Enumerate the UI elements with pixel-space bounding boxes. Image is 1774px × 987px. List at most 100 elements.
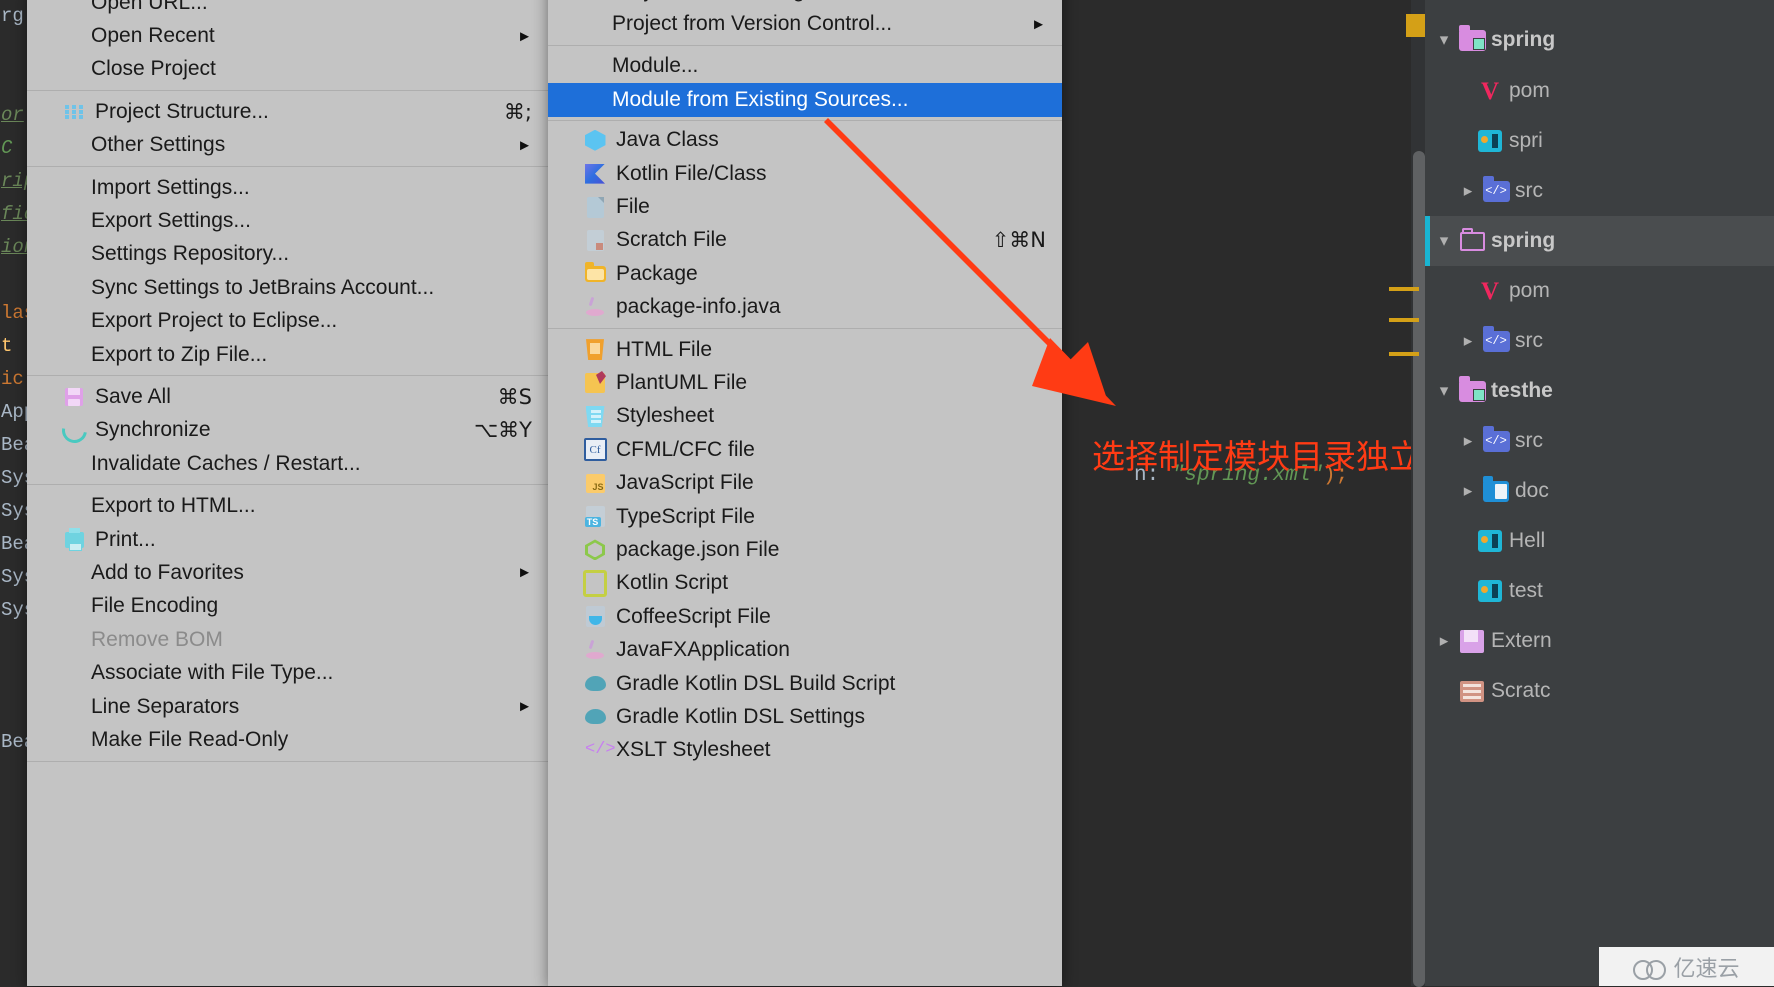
menu-item-stylesheet[interactable]: Stylesheet: [548, 400, 1062, 433]
menu-item-label: Java Class: [616, 128, 719, 152]
menu-item-java-class[interactable]: Java Class: [548, 124, 1062, 157]
menu-item-line-separators[interactable]: Line Separators ►: [27, 690, 548, 723]
tree-node-label: src: [1515, 329, 1543, 352]
menu-item-plantuml-file[interactable]: PlantUML File: [548, 366, 1062, 399]
tree-node-label: testhe: [1491, 379, 1553, 402]
menu-item-shortcut: ⇧⌘N: [991, 228, 1046, 253]
chevron-right-icon[interactable]: ▸: [1455, 481, 1481, 501]
menu-item-coffeescript-file[interactable]: CoffeeScript File: [548, 600, 1062, 633]
file-menu[interactable]: Open URL... Open Recent ► Close Project …: [27, 0, 548, 986]
menu-item-label: Open URL...: [91, 0, 208, 14]
project-tool-window[interactable]: ▾ spring V pom spri ▸ </> src ▾ spring V…: [1425, 0, 1774, 986]
menu-item-module[interactable]: Module...: [548, 50, 1062, 83]
menu-item-export-zip[interactable]: Export to Zip File...: [27, 338, 548, 371]
tree-node-label: spri: [1509, 129, 1543, 152]
menu-item-invalidate-caches[interactable]: Invalidate Caches / Restart...: [27, 447, 548, 480]
menu-item-settings-repository[interactable]: Settings Repository...: [27, 238, 548, 271]
maven-icon: V: [1480, 77, 1500, 105]
typescript-icon: [582, 506, 608, 528]
chevron-right-icon[interactable]: ▸: [1455, 431, 1481, 451]
menu-item-sync-settings-jetbrains[interactable]: Sync Settings to JetBrains Account...: [27, 271, 548, 304]
menu-item-label: Export Project to Eclipse...: [91, 309, 338, 333]
menu-item-open-url[interactable]: Open URL...: [27, 0, 548, 19]
menu-item-package[interactable]: Package: [548, 257, 1062, 290]
menu-item-scratch-file[interactable]: Scratch File ⇧⌘N: [548, 224, 1062, 257]
menu-item-project-structure[interactable]: Project Structure... ⌘;: [27, 95, 548, 128]
menu-item-gradle-kotlin-dsl-build-script[interactable]: Gradle Kotlin DSL Build Script: [548, 667, 1062, 700]
menu-item-associate-file-type[interactable]: Associate with File Type...: [27, 656, 548, 689]
menu-item-close-project[interactable]: Close Project: [27, 53, 548, 86]
menu-item-typescript-file[interactable]: TypeScript File: [548, 500, 1062, 533]
menu-item-gradle-kotlin-dsl-settings[interactable]: Gradle Kotlin DSL Settings: [548, 700, 1062, 733]
menu-item-package-info-java[interactable]: package-info.java: [548, 291, 1062, 324]
menu-item-label: Stylesheet: [616, 404, 715, 428]
menu-item-project-from-version-control[interactable]: Project from Version Control... ►: [548, 7, 1062, 40]
menu-item-export-settings[interactable]: Export Settings...: [27, 204, 548, 237]
menu-item-label: package-info.java: [616, 295, 781, 319]
kotlin-script-icon: [582, 569, 608, 597]
chevron-right-icon[interactable]: ▸: [1455, 181, 1481, 201]
tree-node-scratches[interactable]: Scratc: [1425, 666, 1774, 716]
tree-node-doc[interactable]: ▸ doc: [1425, 466, 1774, 516]
menu-item-label: Project from Version Control...: [612, 12, 893, 36]
menu-item-file[interactable]: File: [548, 190, 1062, 223]
tree-node-hello-iml[interactable]: Hell: [1425, 516, 1774, 566]
menu-item-export-html[interactable]: Export to HTML...: [27, 489, 548, 522]
editor-scrollbar-thumb[interactable]: [1413, 151, 1425, 987]
menu-item-kotlin-script[interactable]: Kotlin Script: [548, 567, 1062, 600]
menu-item-import-settings[interactable]: Import Settings...: [27, 171, 548, 204]
menu-item-print[interactable]: Print...: [27, 523, 548, 556]
menu-item-project-from-existing-sources[interactable]: Project from Existing Sources...: [548, 0, 1062, 7]
menu-item-xslt-stylesheet[interactable]: </> XSLT Stylesheet: [548, 734, 1062, 767]
menu-item-javafx-application[interactable]: JavaFXApplication: [548, 633, 1062, 666]
menu-item-shortcut: ⌘;: [503, 99, 532, 124]
tree-node-external-libraries[interactable]: ▸ Extern: [1425, 616, 1774, 666]
menu-item-synchronize[interactable]: Synchronize ⌥⌘Y: [27, 412, 548, 448]
menu-item-package-json-file[interactable]: package.json File: [548, 533, 1062, 566]
menu-item-html-file[interactable]: HTML File: [548, 333, 1062, 366]
menu-item-add-to-favorites[interactable]: Add to Favorites ►: [27, 556, 548, 589]
menu-item-label: Gradle Kotlin DSL Build Script: [616, 671, 896, 695]
chevron-right-icon[interactable]: ▸: [1455, 331, 1481, 351]
menu-item-label: Export to Zip File...: [91, 342, 268, 366]
tree-node-src[interactable]: ▸ </> src: [1425, 166, 1774, 216]
menu-item-shortcut: ⌥⌘Y: [473, 418, 532, 443]
menu-item-make-file-read-only[interactable]: Make File Read-Only: [27, 723, 548, 756]
doc-folder-icon: [1481, 475, 1511, 502]
tree-node-pom[interactable]: V pom: [1425, 66, 1774, 116]
tree-node-testhe[interactable]: ▾ testhe: [1425, 366, 1774, 416]
tree-node-src-3[interactable]: ▸ </> src: [1425, 416, 1774, 466]
idea-module-icon: [1475, 530, 1505, 552]
tree-node-src-2[interactable]: ▸ </> src: [1425, 316, 1774, 366]
menu-item-export-project-eclipse[interactable]: Export Project to Eclipse...: [27, 305, 548, 338]
tree-node-spring-selected[interactable]: ▾ spring: [1425, 216, 1774, 266]
chevron-down-icon[interactable]: ▾: [1431, 381, 1457, 401]
menu-item-module-from-existing-sources[interactable]: Module from Existing Sources...: [548, 83, 1062, 117]
menu-item-label: Add to Favorites: [91, 560, 244, 584]
tree-node-label: spring: [1491, 229, 1556, 252]
maven-icon: V: [1480, 277, 1500, 305]
tree-node-pom-2[interactable]: V pom: [1425, 266, 1774, 316]
menu-item-javascript-file[interactable]: JS JavaScript File: [548, 466, 1062, 499]
tree-node-spring-parent[interactable]: ▾ spring: [1425, 14, 1774, 66]
chevron-down-icon[interactable]: ▾: [1431, 30, 1457, 50]
tree-node-spring-iml[interactable]: spri: [1425, 116, 1774, 166]
new-submenu[interactable]: Project from Existing Sources... Project…: [548, 0, 1062, 986]
tree-node-label: src: [1515, 429, 1543, 452]
menu-item-label: Line Separators: [91, 694, 240, 718]
menu-item-label: Module...: [612, 54, 699, 78]
menu-item-open-recent[interactable]: Open Recent ►: [27, 19, 548, 52]
chevron-down-icon[interactable]: ▾: [1431, 231, 1457, 251]
tree-node-label: Hell: [1509, 529, 1546, 552]
menu-item-save-all[interactable]: Save All ⌘S: [27, 380, 548, 413]
menu-item-cfml-cfc-file[interactable]: Cf CFML/CFC file: [548, 433, 1062, 466]
menu-item-label: Other Settings: [91, 133, 226, 157]
menu-item-label: PlantUML File: [616, 370, 748, 394]
tree-node-test-iml[interactable]: test: [1425, 566, 1774, 616]
menu-item-label: Invalidate Caches / Restart...: [91, 451, 361, 475]
menu-item-kotlin-file-class[interactable]: Kotlin File/Class: [548, 157, 1062, 190]
chevron-right-icon[interactable]: ▸: [1431, 631, 1457, 651]
menu-item-other-settings[interactable]: Other Settings ►: [27, 129, 548, 162]
menu-item-file-encoding[interactable]: File Encoding: [27, 590, 548, 623]
cfml-icon: Cf: [582, 438, 608, 462]
